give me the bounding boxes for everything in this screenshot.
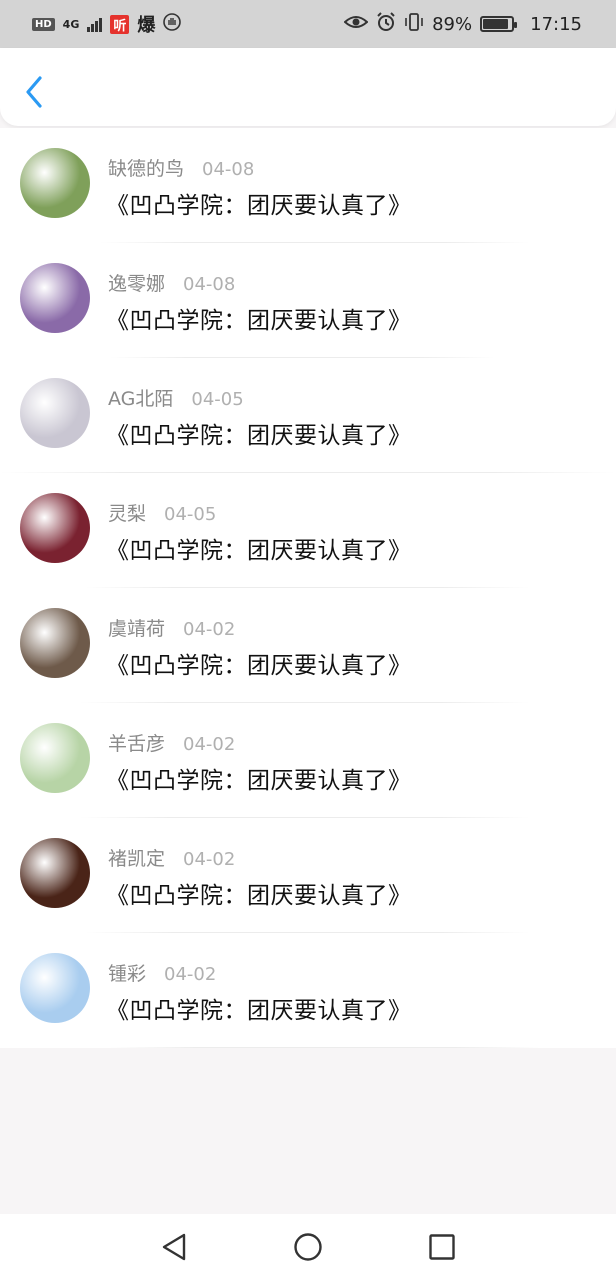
avatar[interactable] [20, 838, 90, 908]
item-title: 《凹凸学院：团厌要认真了》 [106, 883, 412, 909]
system-nav-bar [0, 1214, 616, 1280]
network-type: 4G [62, 17, 80, 31]
item-title: 《凹凸学院：团厌要认真了》 [106, 308, 412, 334]
item-title: 《凹凸学院：团厌要认真了》 [106, 193, 412, 219]
chevron-left-icon [26, 76, 42, 108]
status-bar: HD 4G 听 爆 89% 17:15 [0, 0, 616, 48]
list-item[interactable]: 虞靖荷 04-02 《凹凸学院：团厌要认真了》 [0, 588, 616, 703]
meta-row: 羊舌彦 04-02 [108, 729, 235, 756]
user-name[interactable]: 缺德的鸟 [108, 154, 184, 181]
list-item[interactable]: 逸零娜 04-08 《凹凸学院：团厌要认真了》 [0, 243, 616, 358]
back-button[interactable] [18, 72, 50, 112]
meta-row: 缺德的鸟 04-08 [108, 154, 254, 181]
meta-row: 灵梨 04-05 [108, 499, 216, 526]
list-item[interactable]: AG北陌 04-05 《凹凸学院：团厌要认真了》 [0, 358, 616, 473]
list-item[interactable]: 缺德的鸟 04-08 《凹凸学院：团厌要认真了》 [0, 128, 616, 243]
user-name[interactable]: 虞靖荷 [108, 614, 165, 641]
avatar[interactable] [20, 378, 90, 448]
post-date: 04-02 [183, 619, 236, 640]
item-title: 《凹凸学院：团厌要认真了》 [106, 538, 412, 564]
hd-badge: HD [32, 17, 55, 31]
clock: 17:15 [530, 13, 582, 35]
avatar[interactable] [20, 263, 90, 333]
meta-row: 逸零娜 04-08 [108, 269, 235, 296]
avatar[interactable] [20, 493, 90, 563]
nav-back-button[interactable] [156, 1229, 192, 1265]
user-name[interactable]: 锺彩 [108, 959, 146, 986]
avatar[interactable] [20, 608, 90, 678]
battery-percent: 89% [432, 13, 473, 35]
post-date: 04-08 [183, 274, 236, 295]
list-item[interactable]: 灵梨 04-05 《凹凸学院：团厌要认真了》 [0, 473, 616, 588]
hand-icon [163, 12, 182, 36]
listen-app-icon: 听 [110, 14, 130, 34]
status-left: HD 4G 听 爆 [32, 11, 182, 37]
post-date: 04-05 [164, 504, 217, 525]
meta-row: 锺彩 04-02 [108, 959, 216, 986]
eye-icon [343, 13, 369, 35]
item-title: 《凹凸学院：团厌要认真了》 [106, 768, 412, 794]
comment-list: 缺德的鸟 04-08 《凹凸学院：团厌要认真了》 逸零娜 04-08 《凹凸学院：团厌要认… [0, 128, 616, 1048]
nav-recents-button[interactable] [424, 1229, 460, 1265]
post-date: 04-02 [164, 964, 217, 985]
battery-icon [480, 16, 518, 32]
user-name[interactable]: 褚凯定 [108, 844, 165, 871]
burst-app-icon: 爆 [137, 15, 156, 36]
top-app-bar [0, 48, 616, 126]
avatar[interactable] [20, 148, 90, 218]
list-item[interactable]: 褚凯定 04-02 《凹凸学院：团厌要认真了》 [0, 818, 616, 933]
nav-home-button[interactable] [290, 1229, 326, 1265]
avatar[interactable] [20, 723, 90, 793]
meta-row: 褚凯定 04-02 [108, 844, 235, 871]
divider [110, 1047, 540, 1048]
user-name[interactable]: 羊舌彦 [108, 729, 165, 756]
meta-row: AG北陌 04-05 [108, 384, 244, 411]
meta-row: 虞靖荷 04-02 [108, 614, 235, 641]
post-date: 04-08 [202, 159, 255, 180]
signal-icon [87, 16, 103, 32]
vibrate-icon [404, 12, 424, 36]
post-date: 04-05 [191, 389, 244, 410]
list-item[interactable]: 羊舌彦 04-02 《凹凸学院：团厌要认真了》 [0, 703, 616, 818]
avatar[interactable] [20, 953, 90, 1023]
post-date: 04-02 [183, 849, 236, 870]
circle-home-icon [294, 1233, 322, 1261]
triangle-back-icon [162, 1233, 186, 1261]
square-recents-icon [429, 1234, 455, 1260]
alarm-icon [376, 11, 396, 37]
list-item[interactable]: 锺彩 04-02 《凹凸学院：团厌要认真了》 [0, 933, 616, 1048]
item-title: 《凹凸学院：团厌要认真了》 [106, 653, 412, 679]
user-name[interactable]: AG北陌 [108, 384, 173, 411]
post-date: 04-02 [183, 734, 236, 755]
user-name[interactable]: 逸零娜 [108, 269, 165, 296]
item-title: 《凹凸学院：团厌要认真了》 [106, 998, 412, 1024]
user-name[interactable]: 灵梨 [108, 499, 146, 526]
status-right: 89% 17:15 [343, 11, 582, 37]
item-title: 《凹凸学院：团厌要认真了》 [106, 423, 412, 449]
